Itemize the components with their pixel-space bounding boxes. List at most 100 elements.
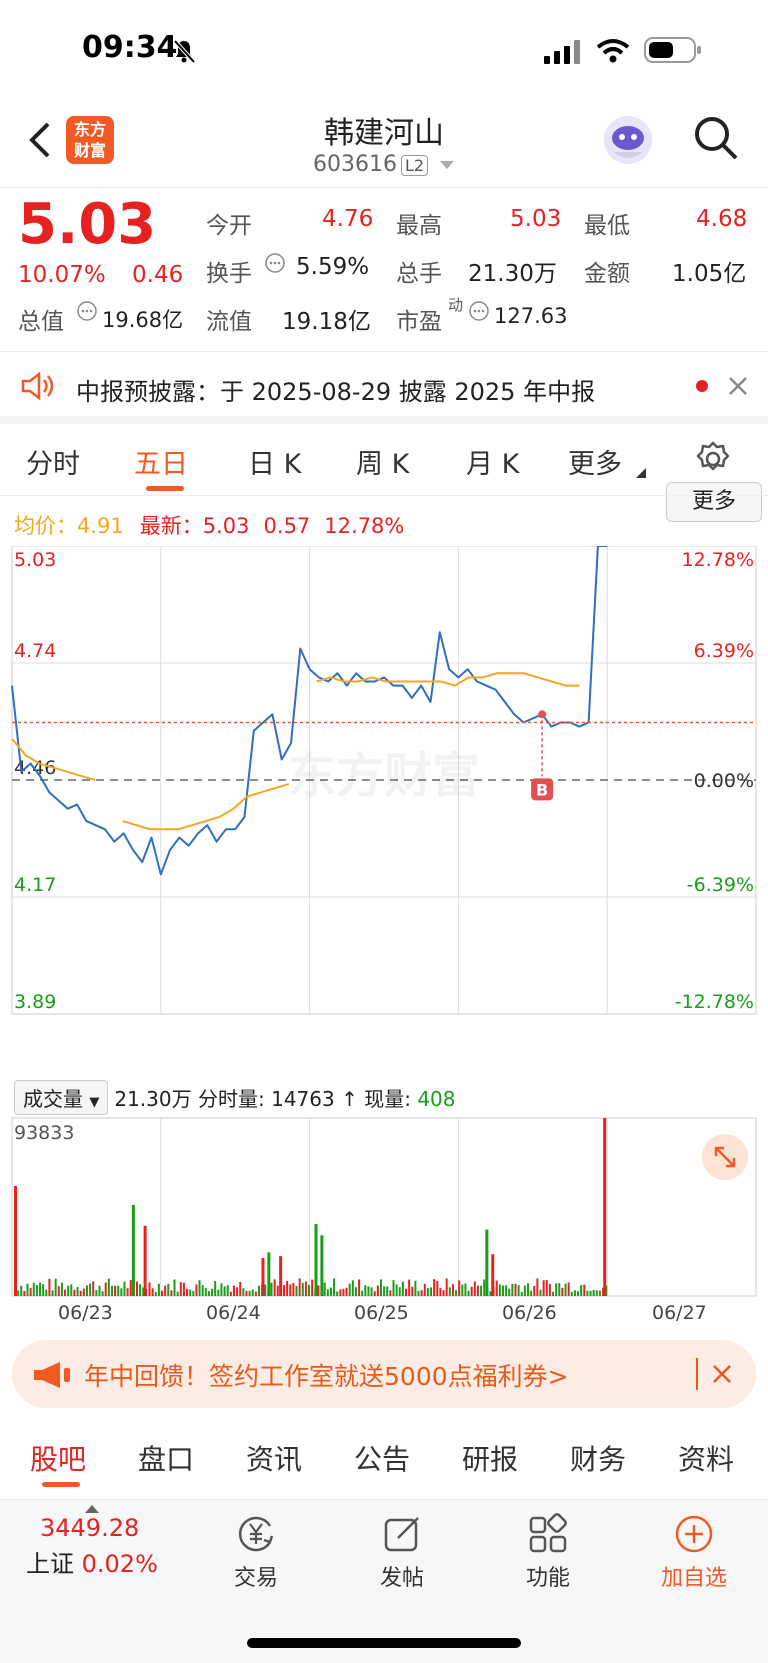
volume-bar [189,1289,192,1296]
open-value: 4.76 [322,206,374,232]
close-icon[interactable] [712,1364,732,1384]
volume-bar [226,1285,229,1296]
volume-bar [345,1287,348,1296]
volume-bar [154,1291,157,1296]
volume-spike [314,1223,318,1296]
y-tick-right: 6.39% [694,640,754,662]
volume-spike [485,1229,489,1296]
home-indicator [247,1638,521,1648]
volume-bar [192,1290,195,1296]
volume-bar [539,1289,542,1296]
trade-button[interactable]: 交易 [206,1512,306,1592]
volume-bar [251,1289,254,1296]
tab-five-day[interactable]: 五日 [134,442,188,481]
volume-bar [595,1290,598,1296]
quote-panel: 5.03 10.07% 0.46 今开 4.76 最高 5.03 最低 4.68… [0,188,768,522]
notice-bar[interactable]: 中报预披露：于 2025-08-29 披露 2025 年中报 [0,352,768,424]
volume-bar [311,1279,314,1296]
volume-selector[interactable]: 成交量 ▼ [14,1080,109,1115]
volume-bar [470,1286,473,1296]
avg-value: 4.91 [77,514,124,538]
volume-bar [95,1290,98,1296]
tab-intraday[interactable]: 分时 [26,442,80,481]
y-tick-left: 4.17 [14,874,56,896]
volume-bar [35,1285,38,1296]
volume-bar [48,1278,51,1296]
volume-bar [82,1288,85,1296]
index-widget[interactable]: 3449.28 上证 0.02% [26,1504,176,1579]
volume-max-label: 93833 [14,1122,75,1144]
volume-bar [60,1282,63,1296]
info-dots-icon[interactable] [76,300,98,322]
corner-caret-icon [636,468,646,478]
search-icon[interactable] [692,114,740,162]
tab-more[interactable]: 更多 [568,442,622,481]
volume-bar [45,1289,48,1296]
volume-bar [286,1280,289,1296]
volume-bar [548,1284,551,1296]
volume-spike [131,1204,135,1296]
turnover-label: 换手 [206,261,252,287]
volume-bar [476,1285,479,1296]
volume-value: 21.30万 [468,261,557,287]
volume-chart[interactable] [0,1116,768,1300]
index-value: 3449.28 [40,1514,140,1542]
tab-daily-k[interactable]: 日 K [248,442,301,481]
expand-button[interactable] [702,1134,748,1180]
robot-avatar-icon[interactable] [600,112,656,168]
mktcap-value: 19.68亿 [102,308,184,332]
volume-bar [295,1285,298,1296]
speaker-icon [21,371,54,401]
tab-guba[interactable]: 股吧 [30,1438,86,1478]
tab-research[interactable]: 研报 [462,1438,518,1478]
gear-icon[interactable] [694,440,732,478]
date-label: 06/26 [502,1302,557,1324]
change-amount: 0.46 [132,262,184,288]
volume-bar [308,1284,311,1296]
volume-bar [292,1283,295,1296]
tab-pankou[interactable]: 盘口 [138,1438,194,1478]
info-dots-icon[interactable] [264,252,286,274]
volume-bar [508,1288,511,1296]
close-icon[interactable] [728,376,748,396]
tab-profile[interactable]: 资料 [678,1438,734,1478]
volume-bar [289,1284,292,1296]
function-button[interactable]: 功能 [498,1512,598,1592]
volume-bar [20,1285,23,1296]
tab-monthly-k[interactable]: 月 K [466,442,519,481]
tab-finance[interactable]: 财务 [570,1438,626,1478]
volume-bar [51,1290,54,1296]
volume-bar [298,1278,301,1296]
mktcap-label: 总值 [18,309,64,335]
volume-bar [329,1287,332,1296]
volume-bar [408,1279,411,1296]
post-button[interactable]: 发帖 [352,1512,452,1592]
float-value: 19.18亿 [282,309,371,335]
volume-bar [123,1281,126,1296]
price-chart[interactable]: 东方财富5.034.744.464.173.8912.78%6.39%0.00%… [0,546,768,1080]
tab-announcements[interactable]: 公告 [354,1438,410,1478]
change-percent: 10.07% [18,262,106,288]
latest-label: 最新： [139,514,203,538]
volume-label: 总手 [396,261,442,287]
volume-bar [401,1281,404,1296]
info-dots-icon[interactable] [468,300,490,322]
volume-bar [17,1290,20,1296]
volume-bar [107,1278,110,1296]
index-name: 上证 [26,1550,74,1578]
volume-bar [301,1282,304,1296]
latest-percent: 12.78% [324,514,405,538]
volume-bar [220,1283,223,1296]
current-price: 5.03 [18,192,157,257]
volume-bar [135,1281,138,1296]
tab-weekly-k[interactable]: 周 K [356,442,409,481]
volume-bar [54,1278,57,1296]
status-bar: 09:34 [0,0,768,100]
volume-bar [555,1283,558,1296]
tab-news[interactable]: 资讯 [246,1438,302,1478]
promo-banner[interactable]: 年中回馈！签约工作室就送5000点福利券> [12,1340,756,1408]
volume-total: 21.30万 [114,1087,192,1111]
add-watchlist-button[interactable]: 加自选 [644,1512,744,1592]
volume-bar [76,1287,79,1296]
y-tick-right: -6.39% [687,874,754,896]
